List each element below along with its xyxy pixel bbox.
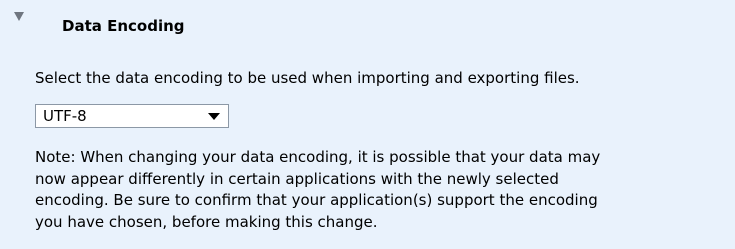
section-title: Data Encoding bbox=[62, 17, 185, 35]
description-text: Select the data encoding to be used when… bbox=[35, 69, 580, 87]
note-line: you have chosen, before making this chan… bbox=[35, 212, 378, 231]
note-line: Note: When changing your data encoding, … bbox=[35, 148, 601, 166]
data-encoding-panel: Data Encoding Select the data encoding t… bbox=[0, 0, 735, 249]
collapse-triangle-icon[interactable] bbox=[14, 12, 24, 21]
dropdown-arrow-icon[interactable] bbox=[208, 113, 220, 120]
section-header-data-encoding[interactable]: Data Encoding bbox=[14, 12, 185, 35]
note-line: now appear differently in certain applic… bbox=[35, 169, 559, 188]
note-text: Note: When changing your data encoding, … bbox=[35, 147, 730, 233]
encoding-select[interactable]: UTF-8 bbox=[35, 104, 229, 128]
encoding-select-value: UTF-8 bbox=[43, 107, 87, 125]
note-line: encoding. Be sure to confirm that your a… bbox=[35, 191, 598, 209]
